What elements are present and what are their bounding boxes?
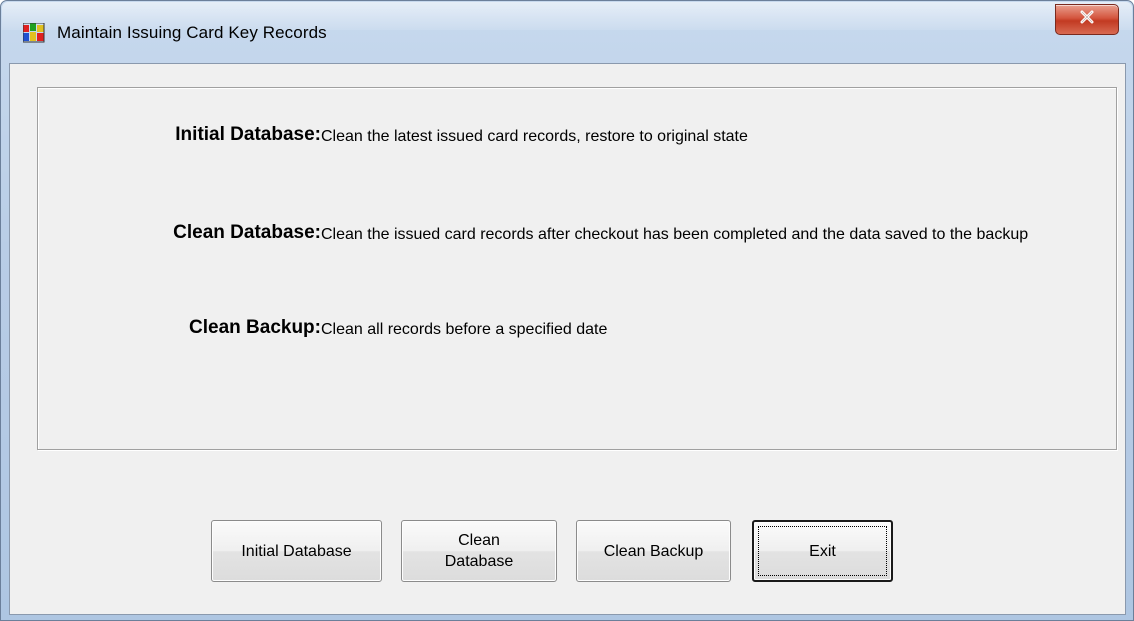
dialog-window: Maintain Issuing Card Key Records Initia… bbox=[0, 0, 1134, 621]
window-title: Maintain Issuing Card Key Records bbox=[57, 23, 327, 42]
clean-database-button[interactable]: Clean Database bbox=[401, 520, 557, 582]
title-bar[interactable]: Maintain Issuing Card Key Records bbox=[1, 1, 1133, 63]
exit-button[interactable]: Exit bbox=[752, 520, 893, 582]
description-text: Clean the latest issued card records, re… bbox=[321, 128, 748, 145]
button-label-line1: Clean bbox=[458, 532, 500, 549]
description-label: Initial Database: bbox=[175, 124, 321, 145]
button-label-line2: Database bbox=[444, 553, 514, 570]
dialog-client-area: Initial Database: Clean the latest issue… bbox=[9, 63, 1126, 615]
description-text: Clean all records before a specified dat… bbox=[321, 321, 608, 338]
description-label: Clean Backup: bbox=[189, 317, 321, 338]
clean-backup-button[interactable]: Clean Backup bbox=[576, 520, 731, 582]
description-group: Initial Database: Clean the latest issue… bbox=[37, 87, 1117, 450]
button-label: Clean Database bbox=[445, 530, 514, 572]
button-label: Exit bbox=[809, 542, 836, 560]
app-windows-icon bbox=[22, 22, 45, 43]
close-icon bbox=[1079, 10, 1095, 29]
close-button[interactable] bbox=[1055, 4, 1119, 35]
description-label: Clean Database: bbox=[173, 222, 321, 243]
button-label: Clean Backup bbox=[603, 542, 704, 560]
button-label: Initial Database bbox=[241, 542, 352, 560]
description-text: Clean the issued card records after chec… bbox=[321, 226, 1029, 243]
initial-database-button[interactable]: Initial Database bbox=[211, 520, 382, 582]
